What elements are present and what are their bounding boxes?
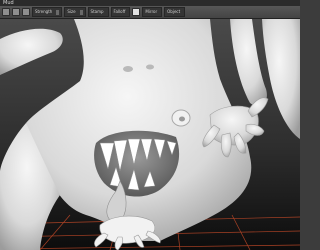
eye-pupil bbox=[179, 116, 185, 122]
grab-brush-icon[interactable] bbox=[22, 8, 30, 16]
stamp-control[interactable]: Stamp bbox=[87, 7, 109, 17]
nostril-right bbox=[146, 64, 154, 70]
mirror-control[interactable]: Mirror bbox=[142, 7, 163, 17]
spinner-icon[interactable] bbox=[79, 9, 83, 15]
sculpt-brush-icon[interactable] bbox=[2, 8, 10, 16]
spinner-icon[interactable] bbox=[56, 9, 60, 15]
nostril-left bbox=[123, 66, 133, 72]
3d-viewport[interactable] bbox=[0, 19, 300, 250]
active-tool-icon[interactable] bbox=[132, 8, 141, 16]
brush-toolbar: Strength Size Stamp Falloff Mirror Objec… bbox=[0, 6, 300, 19]
strength-control[interactable]: Strength bbox=[32, 7, 63, 17]
falloff-control[interactable]: Falloff bbox=[110, 7, 131, 17]
object-control[interactable]: Object bbox=[164, 7, 186, 17]
size-control[interactable]: Size bbox=[64, 7, 86, 17]
smooth-brush-icon[interactable] bbox=[12, 8, 20, 16]
